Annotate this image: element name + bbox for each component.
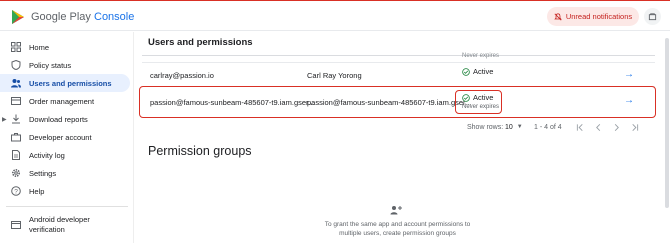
previous-row-expires: Never expires — [462, 53, 500, 59]
download-icon — [12, 114, 20, 124]
rows-per-page-label: Show rows: — [467, 123, 504, 131]
sidebar: Home Policy status Users and permissions… — [0, 32, 133, 243]
sidebar-item-label: Download reports — [29, 114, 88, 124]
people-icon — [11, 79, 21, 88]
sidebar-item-label: Order management — [29, 96, 95, 106]
sidebar-divider — [6, 206, 128, 207]
rows-per-page-select[interactable]: 10 ▼ — [505, 121, 523, 133]
sidebar-item-order-management[interactable]: Order management — [0, 92, 130, 110]
dropdown-arrow-icon: ▼ — [516, 124, 523, 130]
grid-icon — [11, 42, 21, 52]
highlight-status-outline — [455, 90, 502, 114]
sidebar-item-activity-log[interactable]: Activity log — [0, 146, 130, 164]
app-title: Google Play Console — [31, 11, 135, 23]
section-divider — [142, 55, 655, 56]
sidebar-item-policy-status[interactable]: Policy status — [0, 56, 130, 74]
sidebar-item-settings[interactable]: Settings — [0, 164, 130, 182]
main-divider — [133, 32, 134, 243]
store-icon — [648, 13, 657, 21]
last-page-icon[interactable] — [630, 123, 639, 132]
play-console-logo-icon — [12, 10, 24, 24]
sidebar-item-label: Android developer verification — [29, 215, 90, 234]
app-logo[interactable]: Google Play Console — [10, 9, 134, 25]
row-open-arrow-icon[interactable]: → — [624, 69, 634, 80]
check-circle-icon — [462, 67, 470, 76]
group-add-icon — [390, 206, 402, 215]
page-title: Users and permissions — [148, 37, 253, 48]
unread-notifications-label: Unread notifications — [565, 12, 633, 21]
apps-button[interactable] — [644, 8, 661, 25]
sidebar-item-label: Help — [29, 186, 45, 196]
top-bar: Google Play Console Unread notifications — [0, 0, 670, 31]
document-icon — [12, 150, 20, 160]
svg-text:?: ? — [14, 188, 18, 195]
sidebar-item-label: Developer account — [29, 132, 92, 142]
sidebar-item-label: Activity log — [29, 150, 65, 160]
next-page-icon[interactable] — [612, 123, 621, 132]
sidebar-item-label: Users and permissions — [29, 78, 112, 88]
window-icon — [11, 221, 21, 229]
expand-arrow-icon[interactable]: ▶ — [2, 116, 7, 123]
gear-icon — [11, 168, 21, 178]
help-icon: ? — [11, 186, 21, 196]
rows-per-page: Show rows: — [467, 121, 503, 133]
status-badge: Active — [462, 67, 493, 76]
rows-per-page-value: 10 — [505, 123, 513, 131]
sidebar-item-label: Policy status — [29, 60, 72, 70]
row-divider — [142, 62, 655, 63]
first-page-icon[interactable] — [576, 123, 585, 132]
sidebar-item-home[interactable]: Home — [0, 38, 130, 56]
scrollbar[interactable] — [665, 38, 669, 208]
bell-off-icon — [554, 12, 562, 20]
sidebar-item-help[interactable]: ? Help — [0, 182, 130, 200]
card-icon — [11, 97, 21, 105]
user-name: Carl Ray Yorong — [307, 71, 362, 80]
user-email: carlray@passion.io — [150, 71, 214, 80]
sidebar-item-android-developer-verification[interactable]: Android developer verification — [0, 212, 130, 238]
briefcase-icon — [11, 133, 21, 142]
status-text: Active — [473, 67, 494, 76]
pager-controls — [576, 121, 639, 133]
sidebar-item-label: Home — [29, 42, 50, 52]
sidebar-item-users-and-permissions[interactable]: Users and permissions — [0, 74, 130, 92]
sidebar-item-label: Settings — [29, 168, 57, 178]
sidebar-item-download-reports[interactable]: ▶ Download reports — [0, 110, 130, 128]
permission-groups-title: Permission groups — [148, 144, 252, 158]
unread-notifications-button[interactable]: Unread notifications — [547, 7, 639, 26]
pager-range: 1 - 4 of 4 — [534, 123, 562, 131]
sidebar-item-developer-account[interactable]: Developer account — [0, 128, 130, 146]
permission-groups-empty-text: To grant the same app and account permis… — [324, 221, 471, 237]
shield-icon — [11, 60, 21, 70]
previous-page-icon[interactable] — [594, 123, 603, 132]
highlight-row-outline — [139, 86, 656, 118]
